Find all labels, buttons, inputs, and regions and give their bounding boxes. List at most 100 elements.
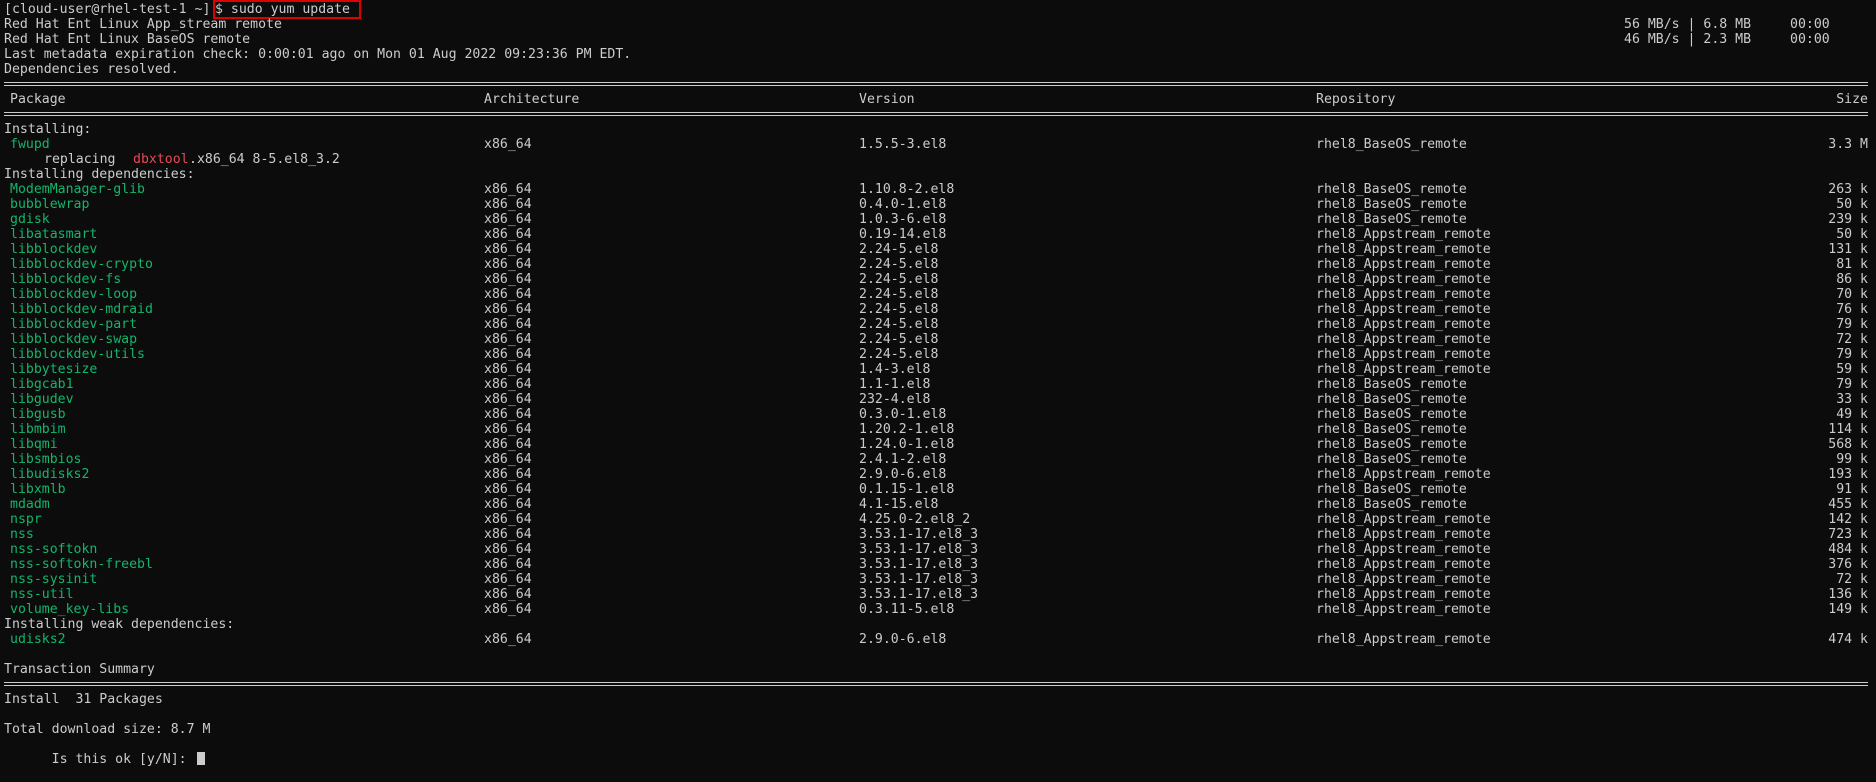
package-arch: x86_64 — [484, 287, 532, 302]
package-repo: rhel8_Appstream_remote — [1316, 467, 1491, 482]
table-row: bubblewrap x86_64 0.4.0-1.el8 rhel8_BaseOS_… — [4, 197, 1876, 212]
package-arch: x86_64 — [484, 392, 532, 407]
dependencies-list: ModemManager-glib x86_64 1.10.8-2.el8 rhel8… — [4, 182, 1876, 617]
table-row: mdadm x86_64 4.1-15.el8 rhel8_BaseOS_remote… — [4, 497, 1876, 512]
package-arch: x86_64 — [484, 212, 532, 227]
package-version: 3.53.1-17.el8_3 — [859, 542, 979, 557]
package-arch: x86_64 — [484, 572, 532, 587]
package-repo: rhel8_Appstream_remote — [1316, 227, 1491, 242]
table-row: libblockdev-crypto x86_64 2.24-5.el8 rhel8_… — [4, 257, 1876, 272]
package-arch: x86_64 — [484, 227, 532, 242]
package-repo: rhel8_Appstream_remote — [1316, 587, 1491, 602]
package-size: 33 k — [1836, 392, 1868, 407]
install-count-line: Install 31 Packages — [4, 692, 163, 707]
package-arch: x86_64 — [484, 602, 532, 617]
text-cursor[interactable] — [196, 752, 205, 765]
package-arch: x86_64 — [484, 422, 532, 437]
table-row: fwupd x86_64 1.5.5-3.el8 rhel8_BaseOS_remot… — [4, 137, 1876, 152]
package-version: 2.24-5.el8 — [859, 317, 939, 332]
package-name: libmbim — [10, 422, 66, 437]
package-version: 1.24.0-1.el8 — [859, 437, 955, 452]
replacing-line: replacing dbxtool .x86_64 8-5.el8_3.2 — [4, 152, 1876, 167]
table-row: ModemManager-glib x86_64 1.10.8-2.el8 rhel8… — [4, 182, 1876, 197]
package-size: 484 k — [1828, 542, 1868, 557]
repo-name: Red Hat Ent Linux App_stream remote — [4, 17, 282, 32]
package-name: libblockdev-loop — [10, 287, 138, 302]
metadata-line: Last metadata expiration check: 0:00:01 … — [4, 47, 632, 62]
package-repo: rhel8_Appstream_remote — [1316, 317, 1491, 332]
package-size: 79 k — [1836, 317, 1868, 332]
package-repo: rhel8_Appstream_remote — [1316, 242, 1491, 257]
package-repo: rhel8_BaseOS_remote — [1316, 392, 1467, 407]
package-size: 376 k — [1828, 557, 1868, 572]
table-row: volume_key-libs x86_64 0.3.11-5.el8 rhel8_A… — [4, 602, 1876, 617]
repo-speed: 46 MB/s | 2.3 MB — [1624, 32, 1752, 47]
table-row: libblockdev x86_64 2.24-5.el8 rhel8_Appstre… — [4, 242, 1876, 257]
package-repo: rhel8_Appstream_remote — [1316, 362, 1491, 377]
package-name: gdisk — [10, 212, 50, 227]
package-arch: x86_64 — [484, 527, 532, 542]
package-repo: rhel8_Appstream_remote — [1316, 512, 1491, 527]
package-name: nss-softokn — [10, 542, 98, 557]
package-name: nss-sysinit — [10, 572, 98, 587]
package-repo: rhel8_Appstream_remote — [1316, 632, 1491, 647]
package-arch: x86_64 — [484, 242, 532, 257]
package-version: 2.24-5.el8 — [859, 287, 939, 302]
package-name: nss-util — [10, 587, 74, 602]
package-name: libgcab1 — [10, 377, 74, 392]
section-title: Installing: — [4, 122, 92, 137]
repo-name: Red Hat Ent Linux BaseOS remote — [4, 32, 251, 47]
package-size: 193 k — [1828, 467, 1868, 482]
package-repo: rhel8_BaseOS_remote — [1316, 377, 1467, 392]
package-version: 0.3.11-5.el8 — [859, 602, 955, 617]
prompt-line: [cloud-user@rhel-test-1 ~] $ sudo yum up… — [4, 0, 1876, 19]
repo-line: Red Hat Ent Linux BaseOS remote 46 MB/s … — [4, 32, 1876, 47]
package-size: 474 k — [1828, 632, 1868, 647]
header-size: Size — [1836, 92, 1868, 107]
package-repo: rhel8_BaseOS_remote — [1316, 452, 1467, 467]
package-version: 4.1-15.el8 — [859, 497, 939, 512]
package-version: 3.53.1-17.el8_3 — [859, 527, 979, 542]
table-row: libblockdev-swap x86_64 2.24-5.el8 rhel8_Ap… — [4, 332, 1876, 347]
terminal-window[interactable]: [cloud-user@rhel-test-1 ~] $ sudo yum up… — [4, 0, 1876, 767]
table-row: nss-sysinit x86_64 3.53.1-17.el8_3 rhel8_Ap… — [4, 572, 1876, 587]
package-size: 81 k — [1836, 257, 1868, 272]
package-version: 2.4.1-2.el8 — [859, 452, 947, 467]
package-repo: rhel8_Appstream_remote — [1316, 332, 1491, 347]
table-row: libblockdev-utils x86_64 2.24-5.el8 rhel8_A… — [4, 347, 1876, 362]
header-package: Package — [10, 92, 66, 107]
package-version: 0.4.0-1.el8 — [859, 197, 947, 212]
package-size: 142 k — [1828, 512, 1868, 527]
package-name: libqmi — [10, 437, 58, 452]
package-size: 149 k — [1828, 602, 1868, 617]
package-repo: rhel8_Appstream_remote — [1316, 572, 1491, 587]
package-arch: x86_64 — [484, 557, 532, 572]
package-name: mdadm — [10, 497, 50, 512]
table-row: libblockdev-part x86_64 2.24-5.el8 rhel8_Ap… — [4, 317, 1876, 332]
package-name: libudisks2 — [10, 467, 90, 482]
table-row: libbytesize x86_64 1.4-3.el8 rhel8_Appstrea… — [4, 362, 1876, 377]
package-size: 455 k — [1828, 497, 1868, 512]
package-arch: x86_64 — [484, 437, 532, 452]
separator — [4, 77, 1876, 92]
confirm-line[interactable]: Is this ok [y/N]: — [4, 737, 1876, 767]
package-size: 99 k — [1836, 452, 1868, 467]
package-arch: x86_64 — [484, 482, 532, 497]
separator — [4, 107, 1876, 122]
package-repo: rhel8_Appstream_remote — [1316, 257, 1491, 272]
package-arch: x86_64 — [484, 137, 532, 152]
package-name: libxmlb — [10, 482, 66, 497]
package-version: 2.24-5.el8 — [859, 257, 939, 272]
package-repo: rhel8_BaseOS_remote — [1316, 197, 1467, 212]
package-size: 79 k — [1836, 377, 1868, 392]
package-size: 59 k — [1836, 362, 1868, 377]
summary-title: Transaction Summary — [4, 662, 155, 677]
weak-dependencies-list: udisks2 x86_64 2.9.0-6.el8 rhel8_Appstream_… — [4, 632, 1876, 647]
package-version: 0.3.0-1.el8 — [859, 407, 947, 422]
package-arch: x86_64 — [484, 302, 532, 317]
package-size: 76 k — [1836, 302, 1868, 317]
package-arch: x86_64 — [484, 407, 532, 422]
package-name: libblockdev-mdraid — [10, 302, 153, 317]
table-row: libblockdev-mdraid x86_64 2.24-5.el8 rhel8_… — [4, 302, 1876, 317]
